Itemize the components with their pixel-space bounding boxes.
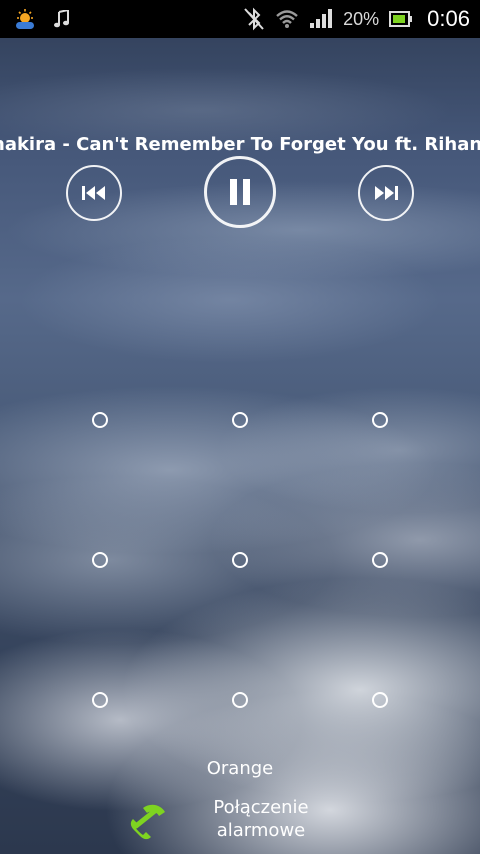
weather-icon [14, 8, 36, 30]
emergency-call-button[interactable]: Połączenie alarmowe [120, 796, 360, 848]
pattern-dot[interactable] [372, 552, 388, 568]
battery-percent: 20% [343, 8, 380, 29]
phone-icon [126, 800, 168, 844]
pattern-dot[interactable] [372, 412, 388, 428]
pause-icon [230, 179, 250, 205]
emergency-call-line1: Połączenie [213, 797, 309, 818]
pattern-dot[interactable] [92, 692, 108, 708]
pattern-dot[interactable] [92, 552, 108, 568]
carrier-name: Orange [206, 758, 274, 779]
emergency-call-label: Połączenie alarmowe [186, 796, 336, 842]
pattern-dot[interactable] [232, 692, 248, 708]
clock: 0:06 [427, 6, 470, 31]
lock-screen: 20% 0:06 hakira - Can't Remember To Forg… [0, 0, 480, 854]
music-note-icon [54, 10, 70, 28]
pattern-dot[interactable] [232, 552, 248, 568]
pause-button[interactable] [204, 156, 276, 228]
wifi-icon [275, 8, 299, 30]
next-button[interactable] [358, 165, 414, 221]
pattern-dot[interactable] [232, 412, 248, 428]
pattern-dot[interactable] [372, 692, 388, 708]
pattern-dot[interactable] [92, 412, 108, 428]
signal-icon [309, 9, 333, 29]
emergency-call-line2: alarmowe [216, 820, 306, 841]
next-icon [375, 186, 398, 200]
status-bar: 20% 0:06 [0, 0, 480, 38]
previous-icon [82, 186, 105, 200]
track-title-text: hakira - Can't Remember To Forget You ft… [0, 134, 480, 155]
battery-icon [389, 10, 413, 28]
bluetooth-icon [243, 7, 265, 31]
previous-button[interactable] [66, 165, 122, 221]
